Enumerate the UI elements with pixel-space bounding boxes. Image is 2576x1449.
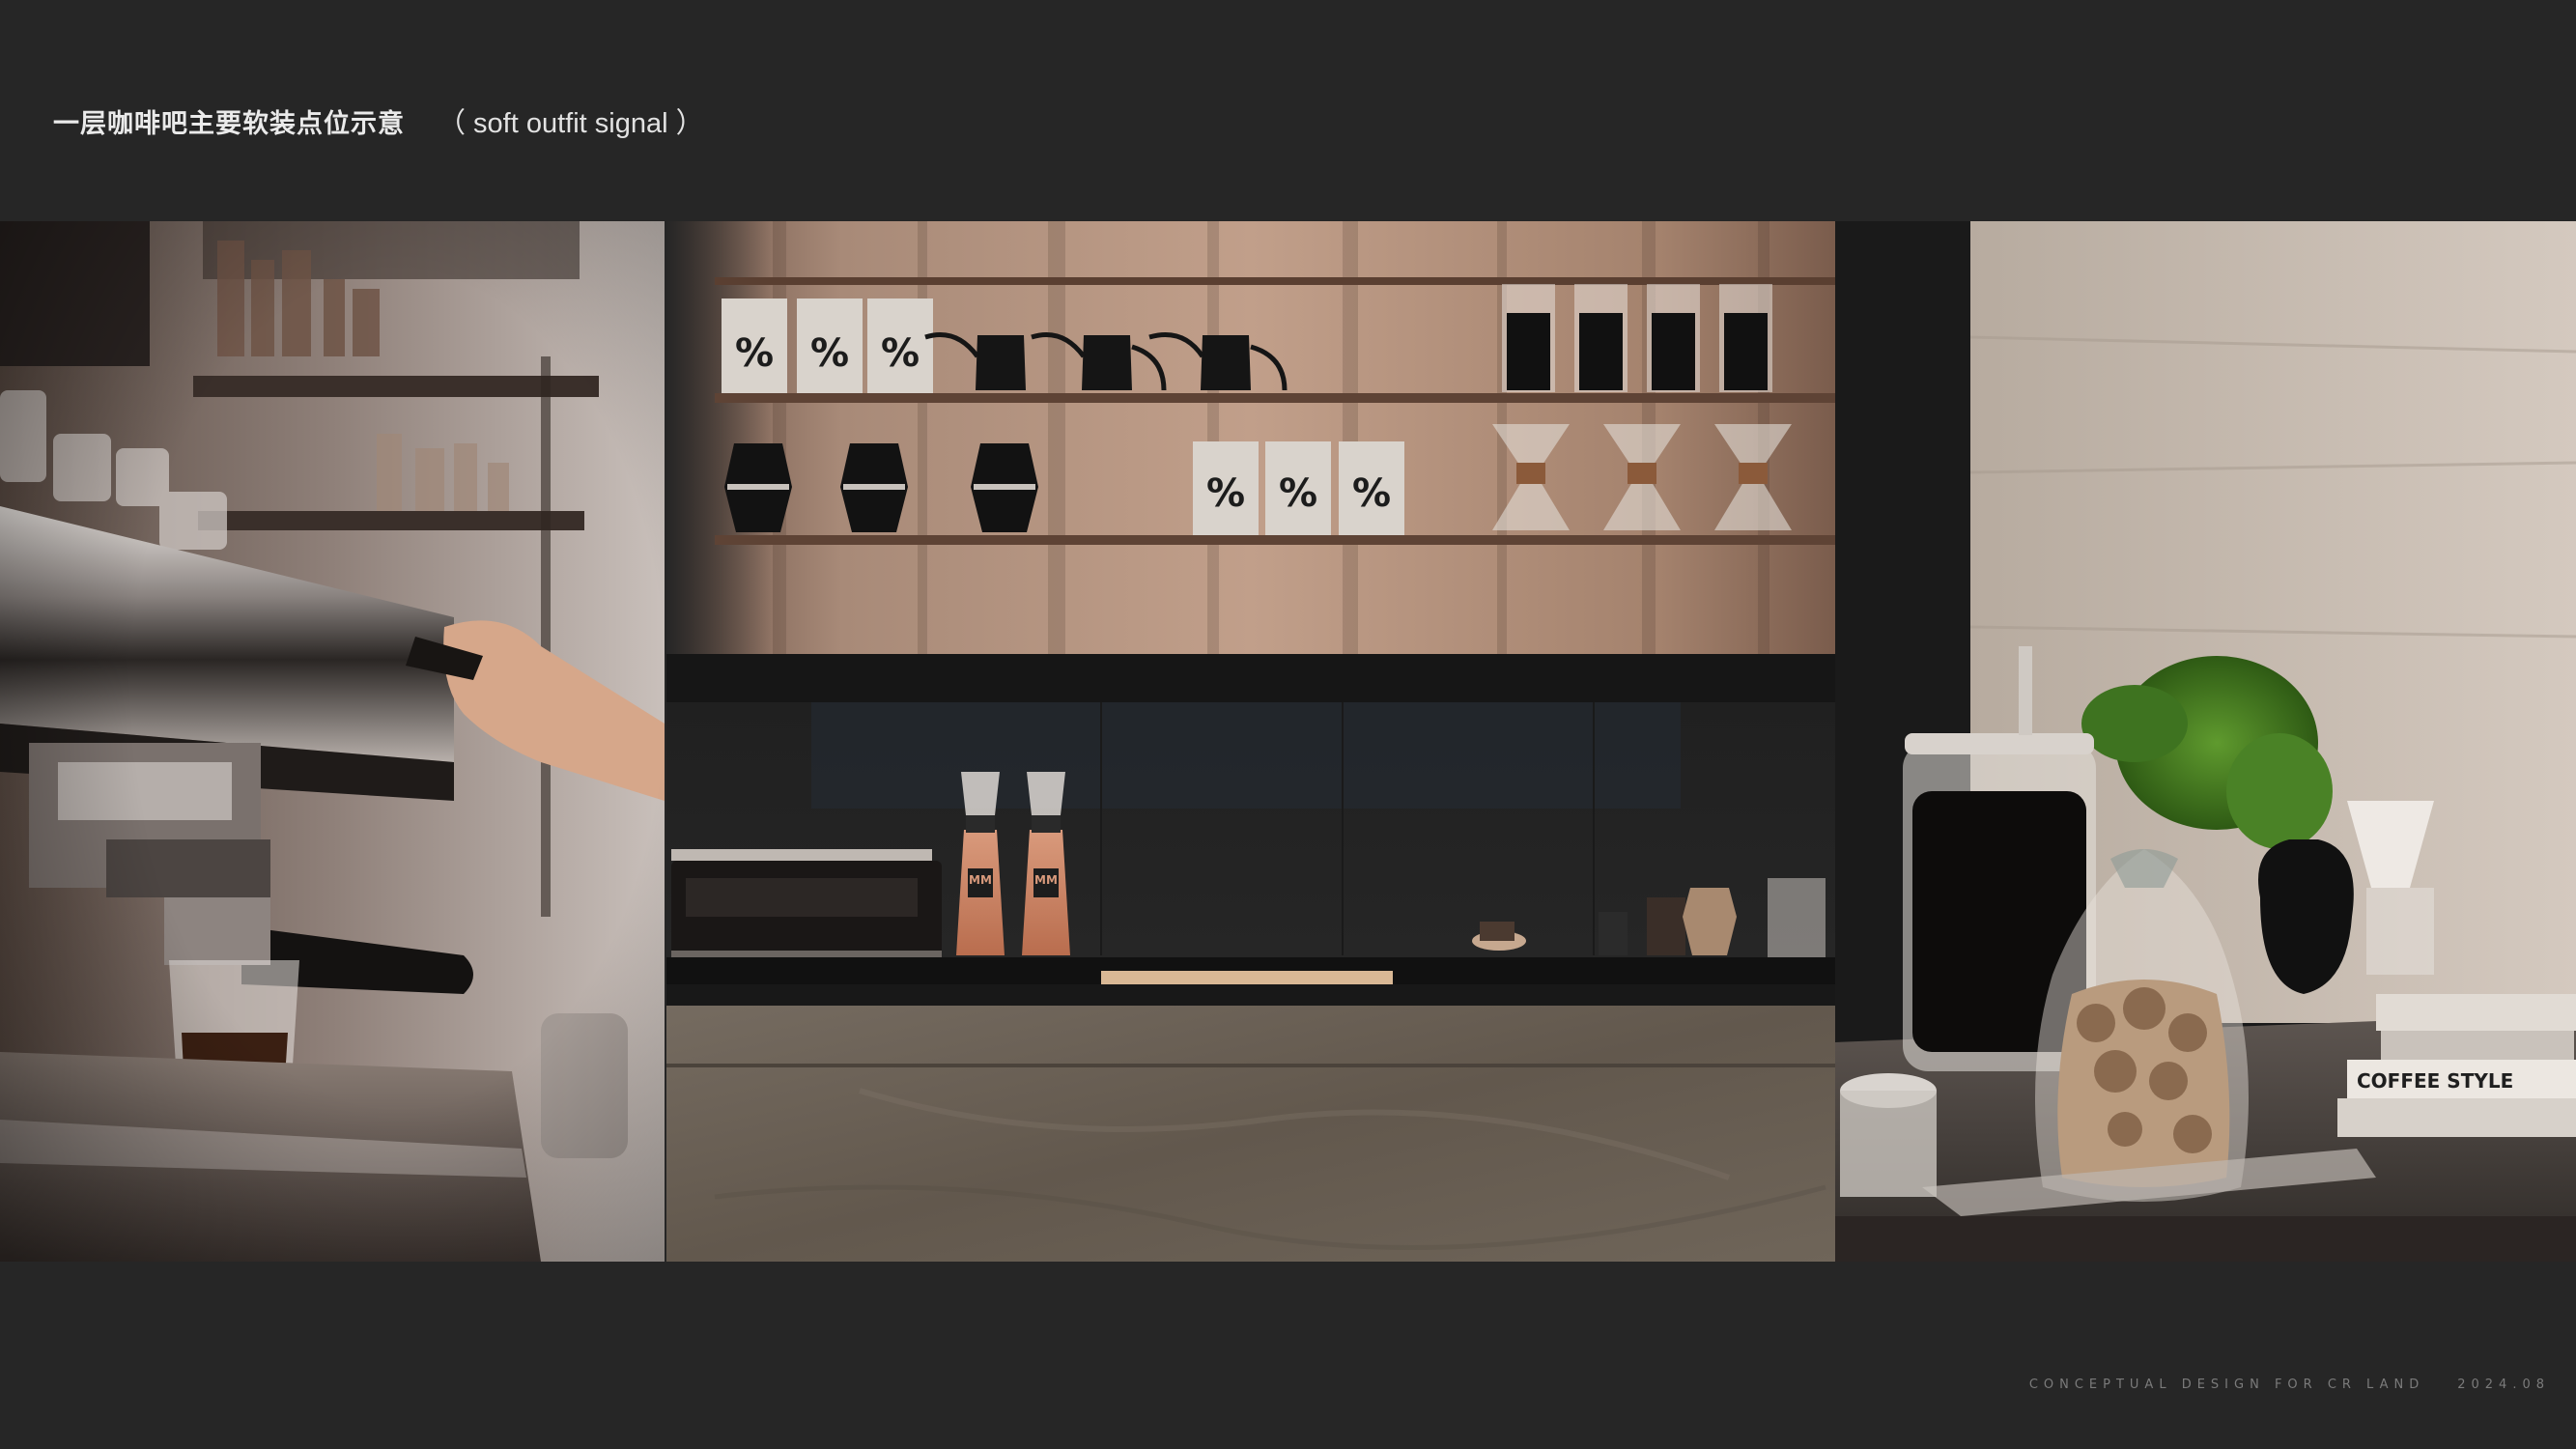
grinder-label: MM xyxy=(1034,873,1058,887)
footer-tagline: CONCEPTUAL DESIGN FOR CR LAND xyxy=(2028,1378,2425,1392)
page-title-zh: 一层咖啡吧主要软装点位示意 xyxy=(53,109,405,139)
footer-date: 2024.08 xyxy=(2457,1378,2550,1392)
grinder-label: MM xyxy=(969,873,992,887)
page-title-en: （ soft outfit signal ） xyxy=(438,108,704,139)
coffee-bag-label: % xyxy=(1206,471,1245,516)
photo-coffee-bar-elevation: % % % % % % MM MM xyxy=(666,221,1835,1262)
book-title: COFFEE STYLE xyxy=(2357,1069,2513,1093)
photo-dessert-display: COFFEE STYLE xyxy=(1835,221,2576,1262)
coffee-bag-label: % xyxy=(735,331,774,376)
coffee-bags-top: % % % xyxy=(722,298,933,393)
coffee-bag-label: % xyxy=(1352,471,1391,516)
coffee-bag-label: % xyxy=(810,331,849,376)
photo-espresso-machine xyxy=(0,221,665,1262)
page-title: 一层咖啡吧主要软装点位示意 （ soft outfit signal ） xyxy=(53,100,704,141)
coffee-bag-label: % xyxy=(1279,471,1317,516)
footer: CONCEPTUAL DESIGN FOR CR LAND 2024.08 xyxy=(2029,1378,2550,1392)
coffee-bag-label: % xyxy=(881,331,920,376)
